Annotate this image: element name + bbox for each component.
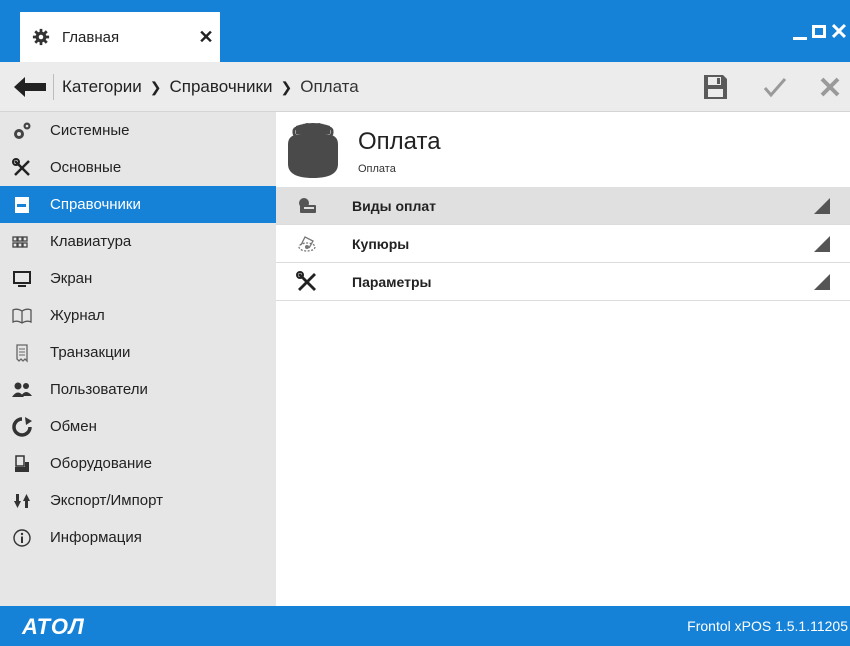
reference-book-icon bbox=[15, 196, 29, 213]
expand-corner-icon[interactable] bbox=[814, 235, 830, 252]
export-import-icon bbox=[14, 493, 30, 508]
sidebar-item-basic[interactable]: Основные bbox=[0, 149, 276, 186]
users-icon bbox=[12, 382, 32, 397]
floppy-disk-icon[interactable] bbox=[700, 72, 730, 102]
sidebar-item-journal[interactable]: Журнал bbox=[0, 297, 276, 334]
tab-label: Главная bbox=[62, 28, 120, 46]
toolbar: Категории ❯ Справочники ❯ Оплата bbox=[0, 62, 850, 112]
tab-home[interactable]: Главная ✕ bbox=[20, 12, 220, 62]
expand-corner-icon[interactable] bbox=[814, 273, 830, 290]
sidebar-item-label: Транзакции bbox=[50, 344, 131, 361]
info-icon bbox=[13, 528, 31, 547]
tools-icon bbox=[12, 157, 30, 176]
list-item-label: Параметры bbox=[352, 273, 432, 290]
wallet-icon bbox=[288, 123, 338, 178]
sidebar-item-export-import[interactable]: Экспорт/Импорт bbox=[0, 482, 276, 519]
sidebar-item-label: Оборудование bbox=[50, 455, 153, 472]
breadcrumb-current: Оплата bbox=[300, 77, 359, 96]
journal-icon bbox=[12, 308, 32, 324]
chevron-right-icon: ❯ bbox=[280, 78, 293, 95]
minimize-icon[interactable] bbox=[790, 20, 808, 44]
sidebar-item-label: Клавиатура bbox=[50, 233, 132, 250]
banknotes-icon bbox=[298, 235, 316, 252]
sidebar-item-label: Обмен bbox=[50, 418, 97, 435]
keyboard-icon bbox=[12, 235, 28, 248]
payment-types-icon bbox=[299, 197, 316, 213]
list-item-parameters[interactable]: Параметры bbox=[276, 263, 850, 301]
arrow-left-icon[interactable] bbox=[14, 77, 46, 97]
version-label: Frontol xPOS 1.5.1.11205 bbox=[687, 618, 848, 634]
tools-icon bbox=[296, 270, 316, 291]
close-icon[interactable]: ✕ bbox=[829, 20, 849, 44]
sidebar-item-label: Экспорт/Импорт bbox=[50, 492, 163, 509]
divider bbox=[53, 74, 54, 100]
receipt-icon bbox=[16, 343, 28, 363]
sidebar-item-equipment[interactable]: Оборудование bbox=[0, 445, 276, 482]
expand-corner-icon[interactable] bbox=[814, 197, 830, 214]
gears-icon bbox=[14, 122, 31, 139]
maximize-icon[interactable] bbox=[810, 20, 828, 44]
sync-icon bbox=[12, 416, 32, 437]
main-content: Оплата Оплата Виды оплат Купюры Параметр… bbox=[276, 112, 850, 606]
sidebar-item-label: Пользователи bbox=[50, 381, 148, 398]
breadcrumb: Категории ❯ Справочники ❯ Оплата bbox=[62, 77, 359, 97]
sidebar-item-label: Информация bbox=[50, 529, 142, 546]
chevron-right-icon: ❯ bbox=[149, 78, 162, 95]
sidebar-item-references[interactable]: Справочники bbox=[0, 186, 276, 223]
sidebar-item-users[interactable]: Пользователи bbox=[0, 371, 276, 408]
list-item-label: Виды оплат bbox=[352, 197, 436, 214]
gear-icon bbox=[32, 28, 50, 46]
sidebar-item-screen[interactable]: Экран bbox=[0, 260, 276, 297]
breadcrumb-references[interactable]: Справочники bbox=[170, 77, 273, 97]
list-item-banknotes[interactable]: Купюры bbox=[276, 225, 850, 263]
sidebar-item-label: Основные bbox=[50, 159, 122, 176]
page-subtitle: Оплата bbox=[358, 163, 396, 175]
breadcrumb-categories[interactable]: Категории bbox=[62, 77, 142, 97]
sidebar-item-transactions[interactable]: Транзакции bbox=[0, 334, 276, 371]
sidebar-item-label: Экран bbox=[50, 270, 93, 287]
brand-logo: АТОЛ bbox=[22, 614, 85, 639]
sidebar-item-exchange[interactable]: Обмен bbox=[0, 408, 276, 445]
pos-terminal-icon bbox=[15, 454, 29, 472]
sidebar-item-label: Журнал bbox=[50, 307, 105, 324]
list-item-payment-types[interactable]: Виды оплат bbox=[276, 187, 850, 225]
sidebar-item-label: Системные bbox=[50, 122, 130, 139]
sidebar-item-label: Справочники bbox=[50, 196, 141, 213]
page-title: Оплата bbox=[358, 128, 441, 155]
sidebar-item-info[interactable]: Информация bbox=[0, 519, 276, 556]
monitor-icon bbox=[13, 270, 31, 287]
sidebar-item-keyboard[interactable]: Клавиатура bbox=[0, 223, 276, 260]
status-bar: АТОЛ Frontol xPOS 1.5.1.11205 bbox=[0, 606, 850, 646]
checkmark-icon[interactable] bbox=[760, 72, 790, 102]
tab-close-icon[interactable]: ✕ bbox=[192, 27, 220, 48]
title-bar: Главная ✕ ✕ bbox=[0, 0, 850, 62]
sidebar: Системные Основные Справочники Клавиатур… bbox=[0, 112, 276, 606]
list-item-label: Купюры bbox=[352, 235, 410, 252]
sidebar-item-system[interactable]: Системные bbox=[0, 112, 276, 149]
cancel-icon[interactable] bbox=[815, 72, 845, 102]
